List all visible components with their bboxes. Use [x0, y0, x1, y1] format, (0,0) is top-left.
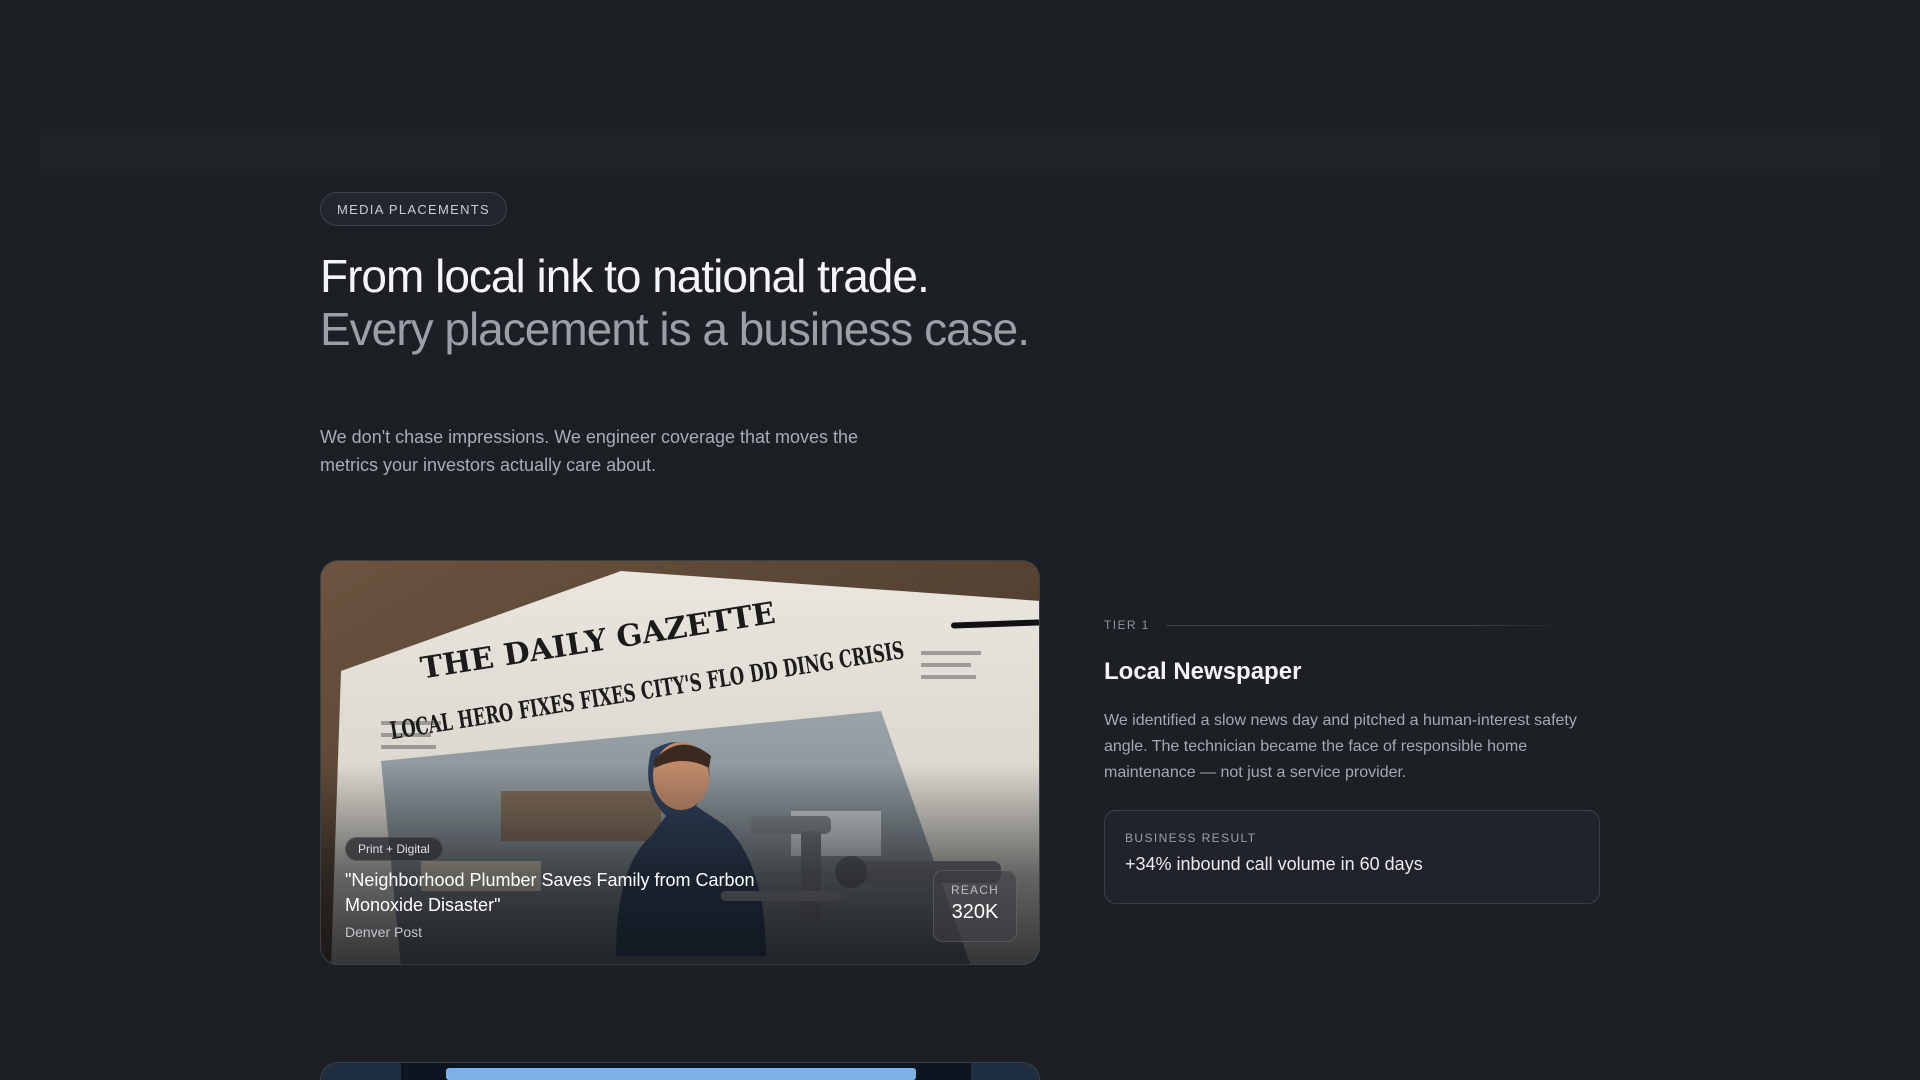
- detail-title: Local Newspaper: [1104, 658, 1302, 685]
- placement-detail: TIER 1 Local Newspaper We identified a s…: [1104, 615, 1600, 904]
- tier-divider: [1165, 624, 1576, 626]
- placement-title: "Neighborhood Plumber Saves Family from …: [345, 870, 755, 915]
- result-value: +34% inbound call volume in 60 days: [1125, 854, 1423, 874]
- placement-card[interactable]: THE DAILY GAZETTE LOCAL HERO FIXES FIXES…: [320, 560, 1040, 965]
- section-headline: From local ink to national trade. Every …: [320, 250, 1040, 356]
- header-band: [40, 122, 1880, 182]
- section-badge: MEDIA PLACEMENTS: [320, 192, 507, 226]
- media-placements-section: MEDIA PLACEMENTS From local ink to natio…: [0, 0, 1920, 1080]
- tier-label: TIER 1: [1104, 618, 1150, 632]
- section-lede: We don't chase impressions. We engineer …: [320, 427, 859, 475]
- business-result-box: BUSINESS RESULT +34% inbound call volume…: [1104, 810, 1600, 904]
- headline-secondary: Every placement is a business case.: [320, 303, 1030, 355]
- result-label: BUSINESS RESULT: [1125, 831, 1257, 845]
- next-card-glow: [446, 1068, 916, 1080]
- reach-label: REACH: [950, 883, 999, 897]
- headline-primary: From local ink to national trade.: [320, 250, 930, 302]
- reach-badge: REACH 320K: [933, 870, 1017, 942]
- placement-source: Denver Post: [345, 924, 423, 940]
- image-shade: [321, 764, 1039, 964]
- tier-row: TIER 1: [1104, 615, 1600, 635]
- reach-value: 320K: [951, 901, 999, 923]
- detail-description: We identified a slow news day and pitche…: [1104, 712, 1577, 781]
- format-chip: Print + Digital: [345, 837, 443, 861]
- next-placement-card[interactable]: [320, 1062, 1040, 1080]
